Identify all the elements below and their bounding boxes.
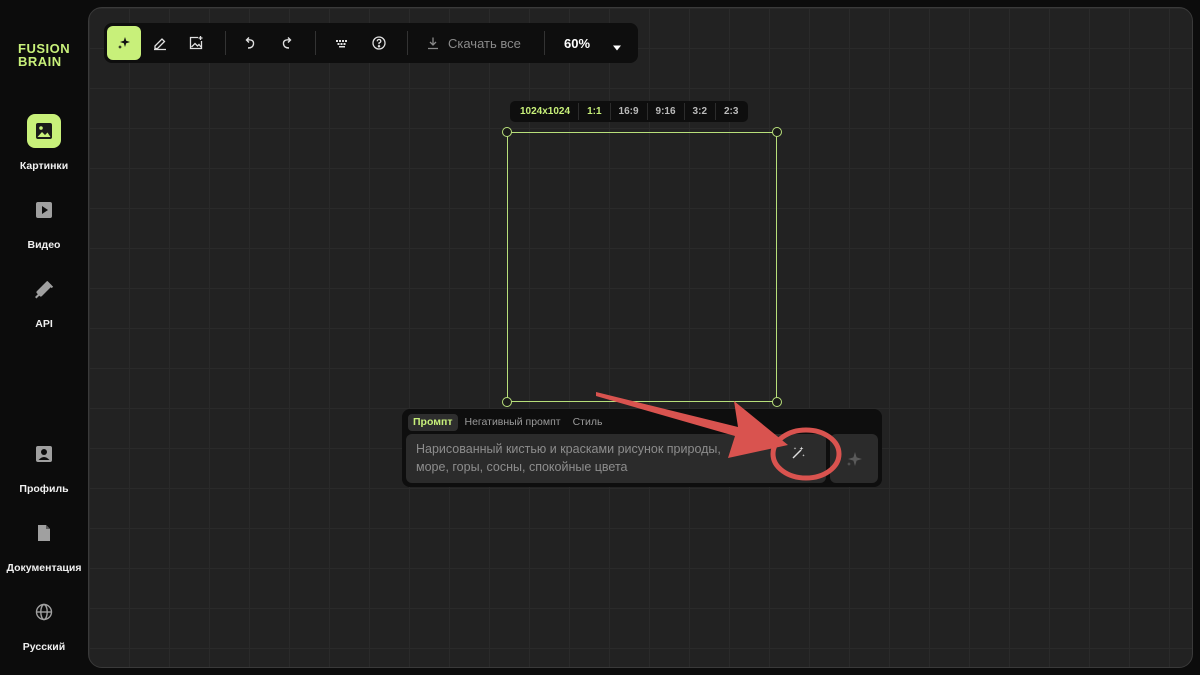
- sidebar: FUSION BRAIN Картинки Видео API Профиль …: [0, 0, 88, 675]
- undo-icon: [245, 37, 255, 49]
- sidebar-item-images[interactable]: Картинки: [0, 114, 88, 172]
- download-all-button[interactable]: Скачать все: [426, 23, 521, 63]
- sidebar-item-profile[interactable]: Профиль: [0, 437, 88, 495]
- keyboard-icon: [336, 40, 347, 48]
- prompt-placeholder-line-1: Нарисованный кистью и красками рисунок п…: [416, 442, 721, 456]
- download-all-label: Скачать все: [448, 35, 521, 51]
- document-icon: [27, 516, 61, 550]
- sparkle-icon: [847, 451, 862, 466]
- redo-button[interactable]: [270, 26, 304, 60]
- sidebar-item-label: Документация: [6, 562, 82, 574]
- eraser-tool-button[interactable]: [143, 26, 177, 60]
- resize-handle-bottom-right[interactable]: [772, 397, 782, 407]
- redo-icon: [282, 37, 292, 49]
- plug-icon: [27, 272, 61, 306]
- sidebar-item-video[interactable]: Видео: [0, 193, 88, 251]
- logo-line-2: BRAIN: [18, 54, 62, 69]
- sidebar-item-documentation[interactable]: Документация: [0, 516, 88, 574]
- sidebar-item-label: API: [35, 318, 53, 330]
- tab-negative-prompt[interactable]: Негативный промпт: [460, 414, 566, 431]
- ratio-option-2-3[interactable]: 2:3: [715, 103, 746, 120]
- ratio-option-3-2[interactable]: 3:2: [683, 103, 715, 120]
- logo[interactable]: FUSION BRAIN: [18, 42, 70, 68]
- tab-prompt[interactable]: Промпт: [408, 413, 458, 431]
- tab-style[interactable]: Стиль: [568, 414, 608, 431]
- resize-handle-top-left[interactable]: [502, 127, 512, 137]
- ratio-option-16-9[interactable]: 16:9: [609, 103, 647, 120]
- eraser-icon: [154, 38, 166, 51]
- prompt-panel: Промпт Негативный промпт Стиль Нарисован…: [402, 409, 882, 487]
- prompt-input[interactable]: Нарисованный кистью и красками рисунок п…: [406, 434, 826, 483]
- sidebar-item-label: Видео: [27, 239, 61, 251]
- zoom-level[interactable]: 60%: [564, 23, 590, 63]
- prompt-placeholder-line-2: море, горы, сосны, спокойные цвета: [416, 460, 628, 474]
- toolbar: Скачать все 60%: [104, 23, 638, 63]
- help-button[interactable]: [362, 26, 396, 60]
- canvas-size-label: 1024x1024: [520, 106, 571, 117]
- generate-button[interactable]: [830, 434, 878, 483]
- sidebar-item-label: Картинки: [19, 160, 69, 172]
- magic-tool-button[interactable]: [107, 26, 141, 60]
- magic-wand-icon: [792, 446, 805, 459]
- sidebar-item-label: Профиль: [19, 483, 69, 495]
- resize-handle-top-right[interactable]: [772, 127, 782, 137]
- profile-icon: [27, 437, 61, 471]
- video-play-icon: [27, 193, 61, 227]
- sidebar-item-label: Русский: [22, 641, 66, 653]
- image-add-icon: [189, 36, 203, 50]
- help-icon: [372, 36, 386, 50]
- improve-prompt-button[interactable]: [786, 441, 810, 465]
- sidebar-item-api[interactable]: API: [0, 272, 88, 330]
- resize-handle-bottom-left[interactable]: [502, 397, 512, 407]
- ratio-option-1-1[interactable]: 1:1: [578, 103, 609, 120]
- add-image-button[interactable]: [179, 26, 213, 60]
- prompt-tabs: Промпт Негативный промпт Стиль: [408, 413, 607, 431]
- canvas-workspace[interactable]: Скачать все 60% 1024x1024 1:1 16:9 9:16 …: [88, 7, 1193, 668]
- ratio-option-9-16[interactable]: 9:16: [646, 103, 684, 120]
- image-frame[interactable]: [502, 127, 782, 407]
- undo-button[interactable]: [233, 26, 267, 60]
- magic-sparkle-icon: [118, 37, 130, 49]
- chevron-down-icon[interactable]: [612, 39, 622, 57]
- sidebar-item-language[interactable]: Русский: [0, 595, 88, 653]
- image-icon: [27, 114, 61, 148]
- aspect-ratio-selector: 1024x1024 1:1 16:9 9:16 3:2 2:3: [510, 101, 749, 122]
- download-icon: [428, 37, 438, 50]
- globe-icon: [27, 595, 61, 629]
- shortcuts-button[interactable]: [325, 26, 359, 60]
